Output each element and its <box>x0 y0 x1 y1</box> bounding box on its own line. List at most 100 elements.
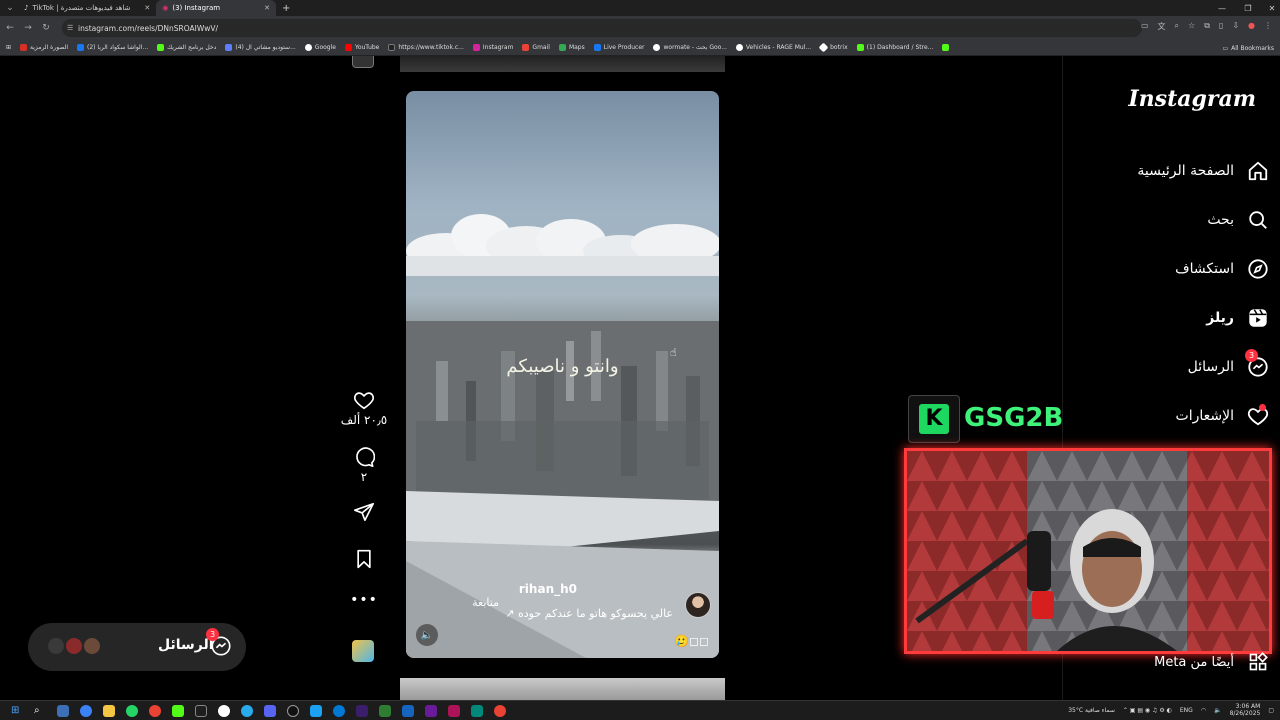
cast-icon[interactable]: ▭ <box>1141 21 1149 32</box>
star-icon[interactable]: ☆ <box>1188 21 1195 32</box>
sidebar-item-reels[interactable]: ريلز <box>1206 303 1270 333</box>
tab-tiktok[interactable]: ♪ TikTok | شاهد فيديوهات متصدرة ✕ <box>18 0 156 16</box>
bookmark-label: Vehicles - RAGE Mul... <box>745 44 812 51</box>
profile-icon[interactable]: ● <box>1248 21 1255 32</box>
kick-icon[interactable] <box>172 704 184 717</box>
sidebar-item-messages[interactable]: 3 الرسائل <box>1188 349 1270 382</box>
comment-button[interactable]: ٢ <box>340 446 388 484</box>
bookmark-item[interactable]: دخل برنامج الشريك <box>157 44 216 51</box>
bookmark-item[interactable]: Maps <box>558 44 585 51</box>
instagram-logo[interactable]: Instagram <box>1128 86 1256 112</box>
whatsapp-icon[interactable] <box>126 704 138 717</box>
all-bookmarks[interactable]: ▭ All Bookmarks <box>1222 40 1274 56</box>
previous-audio-thumb[interactable] <box>352 56 374 68</box>
minimize-icon[interactable]: — <box>1212 0 1232 16</box>
bookmark-item[interactable]: (1) Dashboard / Stre... <box>856 44 933 51</box>
discord-icon[interactable] <box>264 704 276 717</box>
tab-instagram[interactable]: ◉ (3) Instagram ✕ <box>156 0 276 16</box>
sidebar-item-home[interactable]: الصفحة الرئيسية <box>1137 156 1270 186</box>
maps-icon <box>558 44 566 51</box>
app-icon[interactable] <box>379 704 391 717</box>
skype-icon[interactable] <box>310 704 322 717</box>
more-options-button[interactable]: ••• <box>340 592 388 608</box>
bookmark-item[interactable]: YouTube <box>344 44 379 51</box>
maximize-icon[interactable]: ❐ <box>1238 0 1258 16</box>
bookmark-item[interactable]: الصورة الرمزية <box>20 44 68 51</box>
obs-icon[interactable] <box>287 704 299 717</box>
like-button[interactable]: ٢٠٫٥ ألف <box>340 389 388 427</box>
sidebar-item-explore[interactable]: استكشاف <box>1175 254 1270 284</box>
apps-icon[interactable]: ⊞ <box>6 44 11 51</box>
bookmark-item[interactable]: (4) ستوديو مشاتي ال... <box>225 44 296 51</box>
close-icon[interactable]: ✕ <box>144 4 150 12</box>
sidebar-item-search[interactable]: بحث <box>1207 205 1270 235</box>
reload-icon[interactable]: ↻ <box>38 23 54 33</box>
language-indicator[interactable]: ENG <box>1180 707 1193 714</box>
app-icon[interactable] <box>471 704 483 717</box>
bookmark-item[interactable]: Gmail <box>522 44 550 51</box>
bookmark-item[interactable]: Vehicles - RAGE Mul... <box>735 44 812 51</box>
copilot-icon[interactable] <box>80 704 92 717</box>
start-icon[interactable]: ⊞ <box>11 705 23 717</box>
avatar[interactable] <box>685 592 711 618</box>
tab-search-icon[interactable]: ⌄ <box>2 3 18 13</box>
forward-icon[interactable]: → <box>20 23 36 33</box>
app-icon[interactable] <box>402 704 414 717</box>
sidebar-icon[interactable]: ▯ <box>1219 21 1223 32</box>
heart-icon <box>1246 404 1270 428</box>
sidebar-item-notifications[interactable]: الإشعارات <box>1176 401 1270 431</box>
sidebar-item-also-from-meta[interactable]: أيضًا من Meta <box>1154 650 1270 674</box>
bookmark-item[interactable]: Instagram <box>472 44 513 51</box>
chrome-icon[interactable] <box>149 704 161 717</box>
search-icon[interactable]: ⌕ <box>34 705 46 717</box>
close-window-icon[interactable]: ✕ <box>1262 0 1280 16</box>
translate-icon[interactable]: 文 <box>1158 21 1166 32</box>
follow-button[interactable]: متابعة <box>472 596 499 609</box>
bookmark-item[interactable]: Google <box>304 44 336 51</box>
bookmark-item[interactable]: https://www.tiktok.c... <box>388 44 464 51</box>
weather-widget[interactable]: 35°C سماء صافية <box>1068 707 1115 714</box>
next-reel-edge[interactable] <box>400 678 725 700</box>
wifi-icon[interactable]: ◠ <box>1201 707 1206 714</box>
telegram-icon[interactable] <box>241 704 253 717</box>
tray-icons[interactable]: ⌃ ▣ ▤ ◉ ♫ ⚙ ◐ <box>1123 707 1172 714</box>
menu-icon[interactable]: ⋮ <box>1264 21 1272 32</box>
file-explorer-icon[interactable] <box>103 704 115 717</box>
new-tab-button[interactable]: + <box>282 3 290 14</box>
premiere-icon[interactable] <box>356 704 368 717</box>
bookmark-item[interactable] <box>942 44 950 51</box>
volume-icon[interactable]: 🔈 <box>1214 707 1221 714</box>
back-icon[interactable]: ← <box>2 23 18 33</box>
chrome-icon[interactable] <box>494 704 506 717</box>
save-button[interactable] <box>340 548 388 570</box>
app-icon[interactable] <box>218 704 230 717</box>
bookmark-item[interactable]: Live Producer <box>593 44 644 51</box>
mute-button[interactable]: 🔈 <box>416 624 438 646</box>
reel-video[interactable]: وانتو و ناصيبكم عالي يحسوكو هاتو ما عندك… <box>406 91 719 658</box>
capcut-icon[interactable] <box>195 704 207 717</box>
bookmark-item[interactable]: botrix <box>818 42 848 53</box>
avatar <box>82 636 102 656</box>
notifications-icon[interactable]: ▢ <box>1268 707 1274 714</box>
app-icon[interactable] <box>448 704 460 717</box>
bookmark-item[interactable]: wormate - بحث Goo... <box>653 44 727 51</box>
audio-thumbnail[interactable] <box>352 640 374 662</box>
zoom-icon[interactable]: ⌕ <box>1175 21 1179 32</box>
reel-description[interactable]: عالي يحسوكو هاتو ما عندكم حوده ↗ <box>505 607 673 620</box>
share-button[interactable] <box>340 501 388 523</box>
edge-icon[interactable] <box>333 704 345 717</box>
downloads-icon[interactable]: ⇩ <box>1232 21 1239 32</box>
task-view-icon[interactable] <box>57 704 69 717</box>
app-icon[interactable] <box>425 704 437 717</box>
bookmark-item[interactable]: (2) الواشا سكواد الربا... <box>77 44 148 51</box>
bookmark-label: https://www.tiktok.c... <box>398 44 464 51</box>
previous-reel-edge[interactable] <box>400 56 725 72</box>
site-info-icon[interactable]: ☰ <box>67 24 73 32</box>
close-icon[interactable]: ✕ <box>264 4 270 12</box>
google-icon <box>304 44 312 51</box>
username[interactable]: rihan_h0 <box>519 582 577 596</box>
clock[interactable]: 3:06 AM 8/26/2025 <box>1230 703 1261 717</box>
messages-pill[interactable]: الرسائل 3 <box>28 623 246 671</box>
extensions-icon[interactable]: ⧉ <box>1204 21 1210 32</box>
url-input[interactable]: ☰ instagram.com/reels/DNnSROAIWwV/ <box>62 19 1142 37</box>
